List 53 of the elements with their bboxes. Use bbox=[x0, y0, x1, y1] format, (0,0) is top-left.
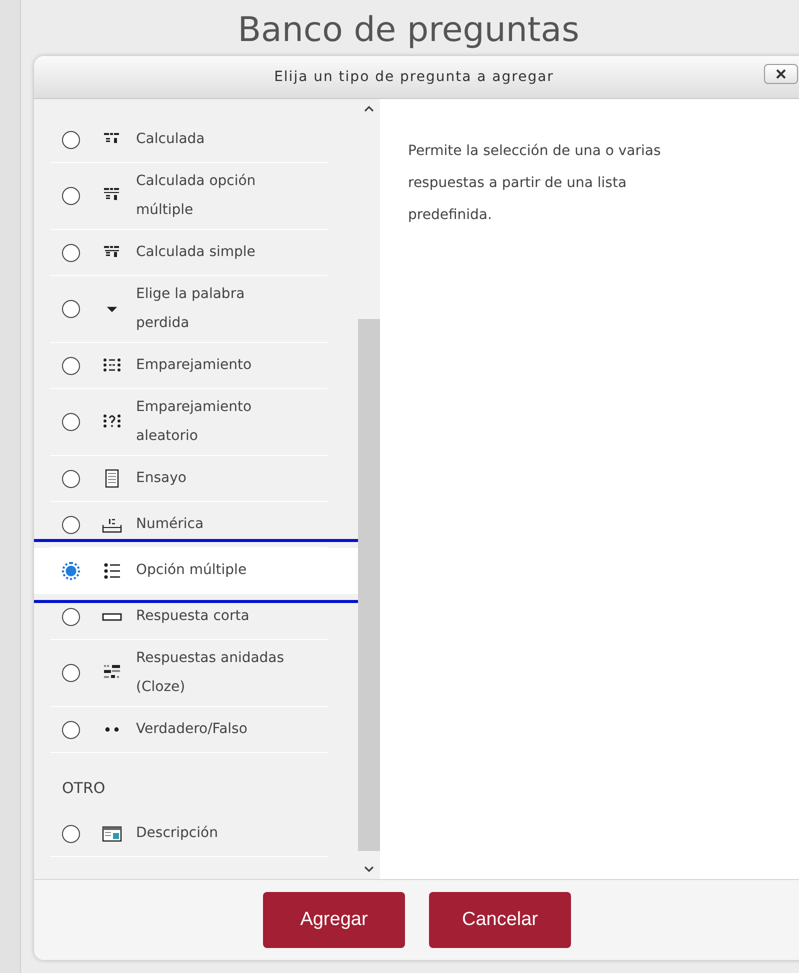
page-title: Banco de preguntas bbox=[236, 9, 580, 52]
option-label: Verdadero/Falso bbox=[136, 720, 248, 739]
question-type-option[interactable]: Calculada simple bbox=[50, 230, 328, 276]
radio-button[interactable] bbox=[62, 244, 80, 262]
radio-button[interactable] bbox=[62, 187, 80, 205]
question-type-option[interactable]: Respuestas anidadas (Cloze) bbox=[50, 640, 328, 707]
option-label: Emparejamiento aleatorio bbox=[136, 398, 253, 446]
question-type-icon bbox=[102, 824, 122, 844]
question-type-option[interactable]: Calculada opción múltiple bbox=[50, 163, 328, 230]
radio-button[interactable] bbox=[62, 608, 80, 626]
question-type-option[interactable]: Opción múltiple bbox=[34, 548, 358, 594]
close-button[interactable] bbox=[764, 64, 798, 84]
option-label: Descripción bbox=[136, 824, 218, 843]
action-button[interactable]: Agregar bbox=[263, 892, 405, 948]
description-text: Permite la selección de una o varias respuestas a partir de una lista predefinida. bbox=[407, 142, 662, 225]
question-type-option[interactable]: Emparejamiento aleatorio bbox=[50, 389, 328, 456]
question-type-icon bbox=[102, 560, 122, 580]
action-button[interactable]: Cancelar bbox=[429, 892, 571, 948]
option-label: Respuesta corta bbox=[136, 607, 250, 626]
option-label: Calculada opción múltiple bbox=[136, 172, 257, 220]
dialog-title: Elija un tipo de pregunta a agregar bbox=[274, 69, 555, 85]
question-type-option[interactable]: Calculada bbox=[50, 117, 328, 163]
radio-button[interactable] bbox=[62, 562, 80, 580]
section-heading: OTRO bbox=[61, 778, 106, 799]
scroll-up-icon[interactable] bbox=[364, 105, 374, 112]
close-icon bbox=[776, 69, 786, 79]
question-type-option[interactable]: Verdadero/Falso bbox=[50, 707, 328, 753]
option-label: Elige la palabra perdida bbox=[136, 285, 246, 333]
radio-button[interactable] bbox=[62, 664, 80, 682]
question-type-icon bbox=[105, 727, 119, 732]
radio-button[interactable] bbox=[62, 824, 80, 842]
question-type-icon bbox=[106, 306, 118, 312]
question-type-option[interactable]: Respuesta corta bbox=[50, 594, 328, 640]
radio-button[interactable] bbox=[62, 130, 80, 148]
radio-button[interactable] bbox=[62, 356, 80, 374]
option-label: Opción múltiple bbox=[136, 561, 247, 580]
option-label: Emparejamiento bbox=[136, 356, 252, 375]
radio-button[interactable] bbox=[62, 516, 80, 534]
radio-button[interactable] bbox=[62, 470, 80, 488]
scrollbar[interactable] bbox=[358, 99, 380, 879]
radio-button[interactable] bbox=[62, 413, 80, 431]
question-type-option[interactable]: Ensayo bbox=[50, 456, 328, 502]
option-label: Calculada simple bbox=[136, 243, 256, 262]
question-type-option[interactable]: Descripción bbox=[50, 811, 328, 857]
option-label: Calculada bbox=[136, 130, 205, 149]
question-type-option[interactable]: Emparejamiento bbox=[50, 343, 328, 389]
option-label: Respuestas anidadas (Cloze) bbox=[136, 649, 286, 697]
radio-button[interactable] bbox=[62, 300, 80, 318]
radio-button[interactable] bbox=[62, 720, 80, 738]
scroll-down-icon[interactable] bbox=[364, 866, 374, 873]
option-label: Numérica bbox=[136, 515, 204, 534]
option-label: Ensayo bbox=[136, 469, 186, 488]
question-type-option[interactable]: Elige la palabra perdida bbox=[50, 276, 328, 343]
